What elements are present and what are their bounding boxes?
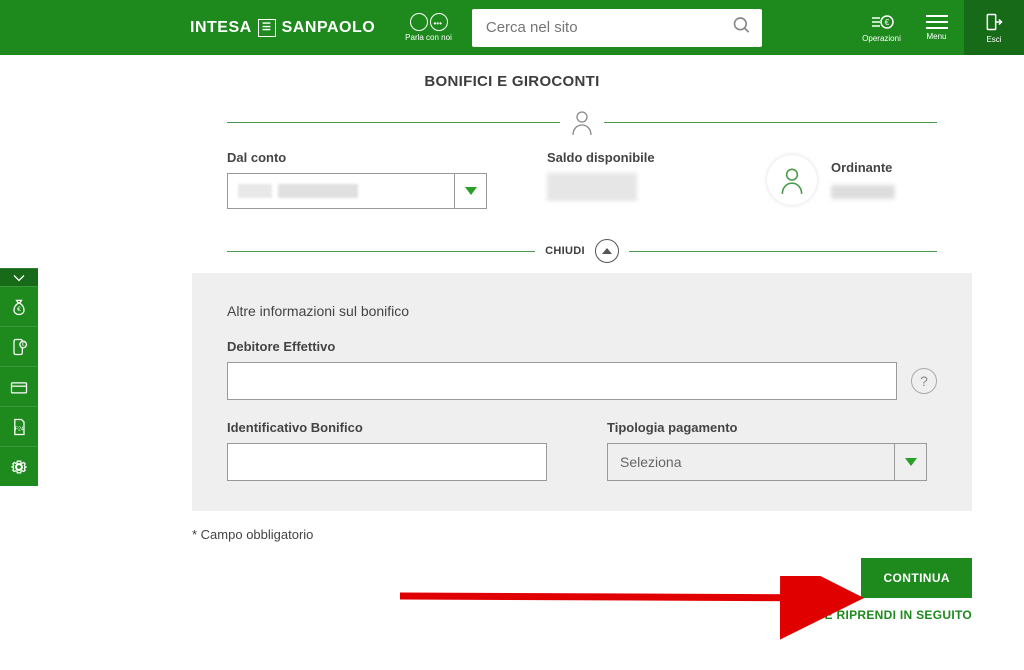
chat-bubble-icon — [410, 13, 428, 31]
summary-section: Dal conto Saldo disponibile Ordinante — [192, 108, 972, 273]
quicknav-card[interactable] — [0, 366, 38, 406]
f24-icon: F24 — [9, 417, 29, 437]
search-input[interactable] — [472, 9, 762, 47]
divider — [227, 251, 535, 252]
dropdown-toggle[interactable] — [894, 444, 926, 480]
redacted-text — [238, 184, 272, 198]
quicknav-moneybag[interactable]: € — [0, 286, 38, 326]
person-icon — [779, 165, 805, 195]
moneybag-icon: € — [9, 297, 29, 317]
quicknav-toggle[interactable] — [0, 268, 38, 286]
chiudi-button[interactable] — [595, 239, 619, 263]
divider — [629, 251, 937, 252]
search-icon[interactable] — [732, 15, 752, 40]
logo-sanpaolo: SANPAOLO — [282, 19, 375, 37]
quicknav-phone[interactable]: € — [0, 326, 38, 366]
from-account-select[interactable] — [227, 173, 487, 209]
logo-intesa: INTESA — [190, 19, 252, 37]
dropdown-toggle[interactable] — [454, 174, 486, 208]
from-account-label: Dal conto — [227, 150, 487, 165]
tipologia-selected: Seleziona — [608, 444, 894, 480]
redacted-ordinante — [831, 185, 895, 199]
form-section: Altre informazioni sul bonifico Debitore… — [192, 273, 972, 511]
save-resume-link[interactable]: SALVA E RIPRENDI IN SEGUITO — [781, 608, 972, 622]
topbar: INTESA ☰ SANPAOLO ••• Parla con noi € — [0, 0, 1024, 55]
menu-button[interactable]: Menu — [909, 0, 964, 55]
chat-bubble-dots-icon: ••• — [430, 13, 448, 31]
help-icon[interactable]: ? — [911, 368, 937, 394]
debitore-label: Debitore Effettivo — [227, 339, 937, 354]
balance-label: Saldo disponibile — [547, 150, 707, 165]
esci-label: Esci — [986, 35, 1001, 44]
debitore-input[interactable] — [227, 362, 897, 400]
chevron-down-icon — [905, 458, 917, 466]
quicknav-f24[interactable]: F24 — [0, 406, 38, 446]
operazioni-button[interactable]: € Operazioni — [854, 0, 909, 55]
tipologia-select[interactable]: Seleziona — [607, 443, 927, 481]
svg-text:F24: F24 — [15, 426, 24, 432]
card-icon — [9, 377, 29, 397]
chevron-down-icon — [9, 268, 29, 288]
operations-euro-icon: € — [870, 13, 894, 31]
chat-with-us[interactable]: ••• Parla con noi — [405, 13, 452, 42]
continua-button[interactable]: CONTINUA — [861, 558, 972, 598]
page-title: BONIFICI E GIROCONTI — [0, 55, 1024, 104]
ordinante-avatar — [767, 155, 817, 205]
hamburger-icon — [926, 15, 948, 29]
exit-icon — [983, 12, 1005, 32]
svg-text:€: € — [22, 342, 25, 348]
redacted-balance — [547, 173, 637, 201]
chat-label: Parla con noi — [405, 33, 452, 42]
close-summary-row: CHIUDI — [227, 239, 937, 263]
form-heading: Altre informazioni sul bonifico — [227, 303, 937, 319]
id-bonifico-input[interactable] — [227, 443, 547, 481]
divider — [227, 122, 560, 123]
redacted-text — [278, 184, 358, 198]
quick-nav: € € F24 — [0, 268, 38, 486]
form-footer: * Campo obbligatorio CONTINUA SALVA E RI… — [192, 511, 972, 622]
chevron-up-icon — [602, 248, 612, 254]
operazioni-label: Operazioni — [862, 34, 901, 43]
menu-label: Menu — [926, 32, 946, 41]
esci-button[interactable]: Esci — [964, 0, 1024, 55]
person-icon — [570, 108, 594, 136]
brand-logo: INTESA ☰ SANPAOLO — [190, 19, 375, 37]
svg-text:€: € — [17, 306, 21, 313]
tipologia-label: Tipologia pagamento — [607, 420, 927, 435]
phone-euro-icon: € — [9, 337, 29, 357]
ordinante-label: Ordinante — [831, 160, 895, 175]
quicknav-settings[interactable] — [0, 446, 38, 486]
top-actions: € Operazioni Menu Esci — [854, 0, 1024, 55]
site-search — [472, 9, 762, 47]
chiudi-label: CHIUDI — [545, 245, 585, 257]
logo-emblem-icon: ☰ — [258, 19, 276, 37]
required-note: * Campo obbligatorio — [192, 527, 972, 542]
gear-icon — [9, 457, 29, 477]
id-bonifico-label: Identificativo Bonifico — [227, 420, 547, 435]
main-panel: Dal conto Saldo disponibile Ordinante — [192, 108, 972, 622]
chevron-down-icon — [465, 187, 477, 195]
svg-text:€: € — [884, 18, 889, 27]
divider — [604, 122, 937, 123]
